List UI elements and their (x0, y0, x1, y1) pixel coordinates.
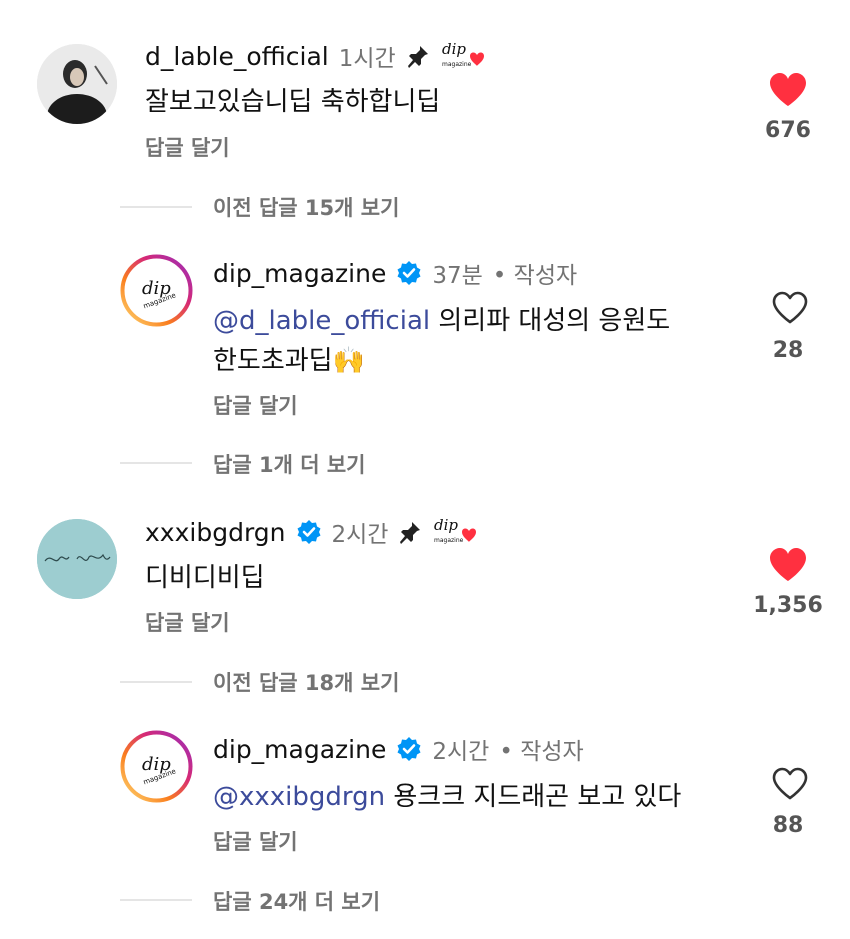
thread-divider (120, 206, 192, 208)
reply-button[interactable]: 답글 달기 (145, 132, 230, 162)
mention-link[interactable]: @d_lable_official (213, 306, 430, 336)
reply-time: 37분 (432, 263, 483, 289)
comment-header: d_lable_official 1시간 dip magazine (145, 36, 486, 76)
author-label: • 작성자 (492, 263, 578, 289)
comment-time: 1시간 (338, 46, 396, 72)
avatar-dip-magazine[interactable]: dip magazine (120, 254, 193, 327)
svg-text:dip: dip (434, 516, 458, 534)
thread-divider (120, 462, 192, 464)
view-more-replies-link[interactable]: 답글 1개 더 보기 (213, 449, 365, 479)
dip-magazine-logo: dip magazine (120, 254, 193, 327)
avatar-d-lable-official[interactable] (37, 44, 117, 124)
reply-text-line1: 용크크 지드래곤 보고 있다 (385, 782, 682, 812)
heart-outline-icon[interactable] (770, 766, 810, 802)
reply-username[interactable]: dip_magazine (213, 735, 386, 764)
reply-header: dip_magazine 37분 • 작성자 (213, 256, 577, 290)
comment-text: 디비디비딥 (145, 563, 265, 593)
pin-icon (400, 522, 421, 544)
pin-icon (407, 46, 428, 68)
view-previous-replies-link[interactable]: 이전 답글 18개 보기 (213, 667, 399, 697)
avatar-dip-magazine[interactable]: dip magazine (120, 730, 193, 803)
reply-button[interactable]: 답글 달기 (213, 826, 298, 856)
like-count: 1,356 (753, 593, 823, 618)
heart-outline-icon[interactable] (770, 290, 810, 326)
like-count: 676 (765, 118, 811, 143)
reply-time: 2시간 (432, 739, 490, 765)
reply-text-line2: 한도초과딥🙌 (213, 346, 365, 376)
verified-badge-icon (397, 737, 421, 761)
avatar-xxxibgdrgn[interactable] (37, 519, 117, 599)
thread-divider (120, 899, 192, 901)
creator-liked-icon: dip magazine (442, 40, 484, 68)
reply-header: dip_magazine 2시간 • 작성자 (213, 732, 584, 766)
dip-magazine-logo: dip magazine (120, 730, 193, 803)
verified-badge-icon (397, 261, 421, 285)
comment-username[interactable]: d_lable_official (145, 42, 329, 71)
author-label: • 작성자 (499, 739, 584, 765)
like-count: 28 (772, 338, 804, 363)
reply-text: @d_lable_official 의리파 대성의 응원도 (213, 303, 670, 339)
avatar-photo (37, 44, 117, 124)
creator-liked-icon: dip magazine (434, 516, 477, 544)
verified-badge-icon (297, 520, 320, 544)
reply-button[interactable]: 답글 달기 (145, 607, 230, 637)
like-count: 88 (772, 813, 804, 838)
mention-link[interactable]: @xxxibgdrgn (213, 782, 385, 812)
comment-header: xxxibgdrgn 2시간 dip magazine (145, 512, 478, 552)
svg-text:magazine: magazine (434, 537, 464, 544)
heart-icon[interactable] (768, 72, 808, 108)
reply-button[interactable]: 답글 달기 (213, 390, 298, 420)
view-more-replies-link[interactable]: 답글 24개 더 보기 (213, 886, 380, 916)
reply-text-line1: 의리파 대성의 응원도 (430, 306, 671, 336)
thread-divider (120, 681, 192, 683)
comment-time: 2시간 (331, 522, 389, 548)
svg-text:dip: dip (442, 40, 466, 58)
comment-text: 잘보고있습니딥 축하합니딥 (145, 87, 441, 117)
svg-text:magazine: magazine (442, 61, 472, 68)
comment-username[interactable]: xxxibgdrgn (145, 518, 286, 547)
view-previous-replies-link[interactable]: 이전 답글 15개 보기 (213, 192, 399, 222)
reply-text: @xxxibgdrgn 용크크 지드래곤 보고 있다 (213, 779, 681, 815)
heart-icon[interactable] (768, 547, 808, 583)
avatar-signature (37, 519, 117, 599)
reply-username[interactable]: dip_magazine (213, 259, 386, 288)
